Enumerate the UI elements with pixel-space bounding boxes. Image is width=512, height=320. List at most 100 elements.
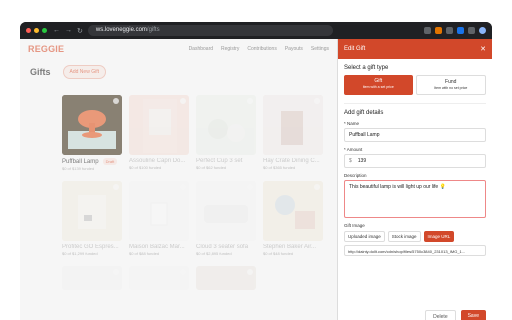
gift-funding: $0 of $2,895 funded <box>196 251 232 257</box>
browser-window: ← → ↻ ws.loveneggie.com/gifts REGGIE Das… <box>20 22 492 320</box>
page-title: Gifts <box>30 67 51 77</box>
edit-gift-panel: Edit Gift ✕ Select a gift type Gift Item… <box>337 39 492 320</box>
currency-symbol: $ <box>349 158 352 164</box>
gift-name: Assouline Capri Do... <box>129 158 186 164</box>
gift-card[interactable] <box>196 266 256 291</box>
gift-grid: Puffball Lamp Draft $0 of $139 funded Ass… <box>62 95 323 291</box>
gift-funding: $0 of $62 funded <box>196 165 227 170</box>
favorite-icon[interactable] <box>247 98 253 104</box>
gift-funding: $0 of $100 funded <box>129 165 162 170</box>
panel-header: Edit Gift ✕ <box>338 39 492 59</box>
tab-image-url[interactable]: Image URL <box>423 231 455 242</box>
gift-card[interactable]: Perfect Cup 3 set $0 of $62 funded <box>196 95 256 171</box>
gift-card[interactable]: Profitec GO Espres... $0 of $1,299 funde… <box>62 181 122 256</box>
gift-card[interactable]: Stephen Baker Air... $0 of $48 funded <box>263 181 323 256</box>
gift-image-chair <box>263 95 323 155</box>
page-header: Gifts Add New Gift <box>20 65 337 79</box>
url-host: ws.loveneggie.com <box>95 27 147 33</box>
nav-registry[interactable]: Registry <box>221 46 239 52</box>
reload-icon[interactable]: ↻ <box>77 27 83 35</box>
favorite-icon[interactable] <box>247 269 253 276</box>
gift-image-placeholder <box>196 266 256 291</box>
gift-image-espresso <box>62 181 122 242</box>
amount-field[interactable]: $139 <box>344 154 486 168</box>
gift-image-lamp <box>62 95 122 155</box>
section-title: Select a gift type <box>344 65 389 71</box>
gift-card[interactable] <box>62 266 122 291</box>
sofa-illustration <box>196 181 256 242</box>
delete-button[interactable]: Delete <box>425 310 456 320</box>
gift-funding: $0 of $365 funded <box>263 165 296 170</box>
favorite-icon[interactable] <box>113 269 119 276</box>
extension-icon[interactable] <box>424 27 431 34</box>
profile-avatar[interactable] <box>479 27 486 34</box>
minimize-window-icon[interactable] <box>34 28 39 33</box>
gift-card[interactable]: Hay Crate Dining C... $0 of $365 funded <box>263 95 323 171</box>
gift-card[interactable]: Assouline Capri Do... $0 of $100 funded <box>129 95 189 171</box>
description-field[interactable]: This beautiful lamp is will light up our… <box>344 180 486 218</box>
description-label: Description <box>344 173 367 178</box>
favorite-icon[interactable] <box>314 98 320 104</box>
gift-card[interactable]: Cloud 3 seater sofa $0 of $2,895 funded <box>196 181 256 256</box>
close-window-icon[interactable] <box>26 28 31 33</box>
logo[interactable]: REGGIE <box>28 44 64 54</box>
extension-icon[interactable] <box>446 27 453 34</box>
favorite-icon[interactable] <box>180 269 186 276</box>
save-button[interactable]: Save <box>460 310 486 320</box>
image-url-field[interactable]: http://dainty.dollt.com/cdn/shop/files/5… <box>344 245 486 256</box>
extensions <box>424 27 486 34</box>
url-path: /gifts <box>146 27 160 33</box>
nav-links: Dashboard Registry Contributions Payouts… <box>189 46 329 52</box>
gift-name: Maison Balzac Mar... <box>129 244 185 251</box>
candle-illustration <box>129 181 189 242</box>
browser-toolbar: ← → ↻ ws.loveneggie.com/gifts <box>20 22 492 39</box>
type-gift-option[interactable]: Gift Item with a set price <box>344 75 413 95</box>
gift-funding: $0 of $48 funded <box>263 251 294 257</box>
gift-image-placeholder <box>129 266 189 291</box>
maximize-window-icon[interactable] <box>42 28 47 33</box>
gift-image-book <box>129 95 189 155</box>
print-illustration <box>263 181 323 242</box>
forward-icon[interactable]: → <box>65 27 72 34</box>
tab-uploaded-image[interactable]: Uploaded image <box>344 231 385 242</box>
favorite-icon[interactable] <box>180 98 186 104</box>
gift-name: Stephen Baker Air... <box>263 244 317 251</box>
lamp-illustration <box>62 95 122 155</box>
gift-image-candle <box>129 181 189 242</box>
tab-stock-image[interactable]: Stock image <box>387 231 421 242</box>
section-title: Add gift details <box>344 110 384 116</box>
type-fund-option[interactable]: Fund Item with no set price <box>415 75 486 95</box>
top-nav: REGGIE Dashboard Registry Contributions … <box>20 39 337 59</box>
type-label: Fund <box>445 79 457 85</box>
chair-illustration <box>263 95 323 155</box>
name-field[interactable]: Puffball Lamp <box>344 128 486 142</box>
panel-title: Edit Gift <box>344 46 366 52</box>
gift-type-section: Select a gift type Gift Item with a set … <box>338 65 492 256</box>
add-gift-button[interactable]: Add New Gift <box>62 65 106 79</box>
extension-icon[interactable] <box>457 27 464 34</box>
book-illustration <box>143 99 177 153</box>
gift-name: Puffball Lamp Draft <box>62 158 122 165</box>
gift-image-print <box>263 181 323 242</box>
favorite-icon[interactable] <box>113 98 119 104</box>
close-icon[interactable]: ✕ <box>480 45 486 53</box>
nav-payouts[interactable]: Payouts <box>285 46 303 52</box>
address-bar[interactable]: ws.loveneggie.com/gifts <box>87 25 333 36</box>
gift-card[interactable]: Puffball Lamp Draft $0 of $139 funded <box>62 95 122 171</box>
name-label: * Name <box>344 121 360 126</box>
back-icon[interactable]: ← <box>53 27 60 34</box>
nav-settings[interactable]: Settings <box>311 46 329 52</box>
nav-dashboard[interactable]: Dashboard <box>189 46 213 52</box>
espresso-illustration <box>62 181 122 242</box>
type-label: Gift <box>374 78 383 84</box>
image-label: Gift Image <box>344 223 365 228</box>
gift-card[interactable]: Maison Balzac Mar... $0 of $88 funded <box>129 181 189 256</box>
extension-icon[interactable] <box>468 27 475 34</box>
nav-contributions[interactable]: Contributions <box>247 46 276 52</box>
gift-name: Profitec GO Espres... <box>62 244 119 251</box>
extension-icon[interactable] <box>435 27 442 34</box>
gift-type-selector: Gift Item with a set price Fund Item wit… <box>344 75 486 95</box>
gift-card[interactable] <box>129 266 189 291</box>
gift-name: Perfect Cup 3 set <box>196 158 243 164</box>
gift-funding: $0 of $1,299 funded <box>62 251 98 257</box>
